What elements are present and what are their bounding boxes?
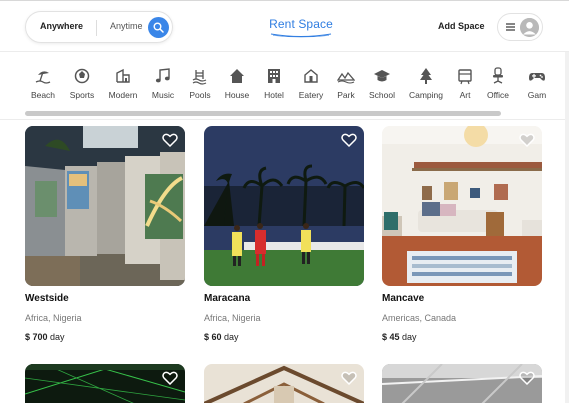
favorite-heart-icon[interactable] [341, 133, 357, 147]
gamepad-icon [529, 73, 545, 81]
search-icon [153, 22, 164, 33]
listing-photo[interactable] [382, 126, 542, 286]
listing-price: $ 700 day [25, 332, 65, 342]
living-room-image [382, 126, 542, 286]
page-scrollbar[interactable] [565, 52, 569, 403]
category-sports[interactable]: Sports [60, 67, 104, 100]
favorite-heart-icon[interactable] [162, 371, 178, 385]
camping-tree-icon [420, 68, 432, 84]
music-note-icon [155, 68, 170, 83]
listing-card-partial[interactable] [204, 364, 364, 403]
art-icon [458, 69, 472, 85]
sports-ball-icon [74, 68, 90, 84]
listing-price: $ 60 day [204, 332, 239, 342]
price-unit: day [402, 332, 417, 342]
listing-photo-industrial-ceiling [382, 364, 542, 403]
school-cap-icon [374, 70, 390, 82]
price-value: $ 45 [382, 332, 400, 342]
favorite-heart-icon[interactable] [162, 133, 178, 147]
football-stadium-image [204, 126, 364, 286]
category-bar: Beach Sports Modern Music Pools House Ho… [0, 52, 569, 120]
office-chair-icon [493, 67, 503, 84]
user-menu-button[interactable] [497, 13, 543, 41]
hamburger-icon [506, 23, 515, 31]
search-button[interactable] [148, 17, 169, 38]
price-value: $ 700 [25, 332, 48, 342]
gallery-interior-image [25, 126, 185, 286]
hotel-icon [268, 69, 280, 83]
favorite-heart-icon[interactable] [519, 133, 535, 147]
listing-title[interactable]: Westside [25, 293, 69, 304]
listing-location: Americas, Canada [382, 313, 457, 323]
pool-icon [192, 70, 207, 85]
category-label: School [369, 90, 395, 100]
search-dates[interactable]: Anytime [110, 21, 143, 31]
price-unit: day [224, 332, 239, 342]
listing-card-partial[interactable] [382, 364, 542, 403]
price-value: $ 60 [204, 332, 222, 342]
top-navbar: Anywhere Anytime Rent Space Add Space [0, 0, 569, 52]
search-location[interactable]: Anywhere [40, 21, 83, 31]
listing-location: Africa, Nigeria [25, 313, 82, 323]
category-beach[interactable]: Beach [21, 67, 65, 100]
category-school[interactable]: School [360, 67, 404, 100]
listing-card-partial[interactable] [25, 364, 185, 403]
category-label: Beach [30, 90, 56, 100]
park-icon [337, 71, 355, 84]
listing-location: Africa, Nigeria [204, 313, 261, 323]
category-scrollbar[interactable] [25, 111, 501, 116]
price-unit: day [50, 332, 65, 342]
logo-text: Rent Space [269, 17, 333, 31]
logo-swoosh-icon [270, 33, 332, 38]
search-divider [96, 20, 97, 36]
listing-photo[interactable] [25, 126, 185, 286]
category-camping[interactable]: Camping [404, 67, 448, 100]
favorite-heart-icon[interactable] [519, 371, 535, 385]
listing-price: $ 45 day [382, 332, 417, 342]
listing-photo[interactable] [204, 126, 364, 286]
listing-title[interactable]: Maracana [204, 293, 250, 304]
listing-photo-wooden-roof [204, 364, 364, 403]
category-games[interactable]: Gam [515, 67, 559, 100]
category-label: Camping [408, 90, 444, 100]
category-label: Gam [527, 90, 547, 100]
modern-building-icon [116, 68, 130, 83]
category-office[interactable]: Office [476, 67, 520, 100]
category-label: Modern [108, 90, 138, 100]
category-label: Office [486, 90, 510, 100]
listing-photo-green-lights [25, 364, 185, 403]
logo[interactable]: Rent Space [262, 15, 340, 39]
house-icon [230, 69, 244, 83]
beach-icon [35, 71, 51, 84]
category-modern[interactable]: Modern [101, 67, 145, 100]
user-avatar-icon [520, 18, 539, 37]
add-space-link[interactable]: Add Space [438, 21, 485, 31]
listing-title[interactable]: Mancave [382, 293, 424, 304]
eatery-icon [304, 69, 318, 83]
category-label: Sports [69, 90, 95, 100]
favorite-heart-icon[interactable] [341, 371, 357, 385]
search-bar[interactable]: Anywhere Anytime [25, 11, 173, 43]
